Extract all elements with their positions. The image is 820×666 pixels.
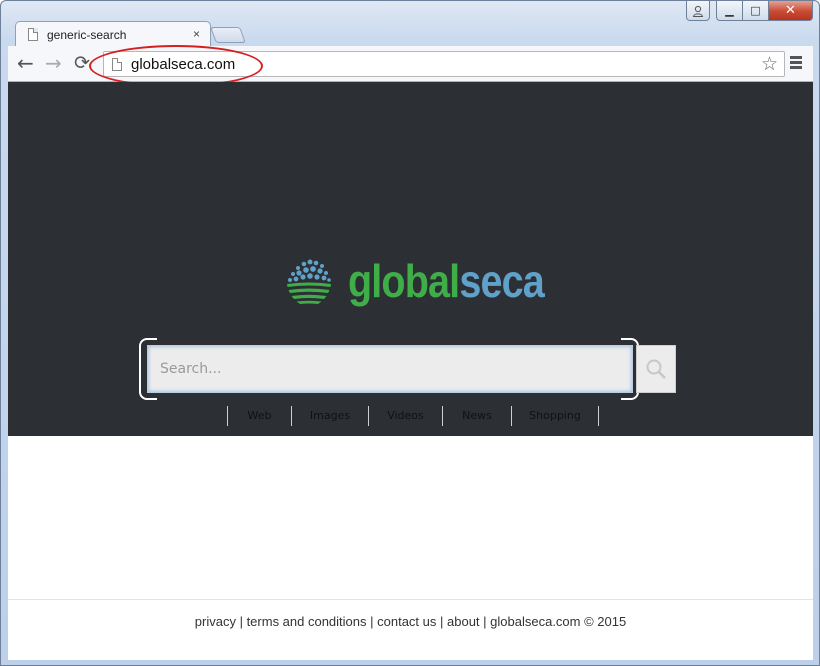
footer-copyright: globalseca.com © 2015 bbox=[490, 614, 627, 629]
forward-button[interactable]: → bbox=[45, 52, 62, 74]
tab-title: generic-search bbox=[47, 27, 127, 42]
close-tab-icon[interactable]: × bbox=[193, 27, 200, 41]
search-box-wrapper bbox=[139, 338, 639, 400]
page-footer: privacy | terms and conditions | contact… bbox=[8, 614, 813, 629]
footer-separator: | bbox=[235, 614, 247, 629]
page-icon bbox=[28, 28, 38, 41]
logo-text-global: global bbox=[348, 255, 460, 307]
logo-text-seca: seca bbox=[459, 255, 544, 307]
menu-icon[interactable] bbox=[790, 56, 802, 71]
footer-separator: | bbox=[366, 614, 378, 629]
search-tabs: Web Images Videos News Shopping bbox=[227, 406, 599, 426]
site-logo[interactable]: globalseca bbox=[284, 256, 576, 306]
browser-tab[interactable]: generic-search × bbox=[15, 21, 211, 47]
user-icon[interactable] bbox=[686, 1, 710, 21]
search-tab-shopping[interactable]: Shopping bbox=[511, 406, 599, 426]
footer-link-about[interactable]: about bbox=[447, 614, 480, 629]
search-tab-web[interactable]: Web bbox=[227, 406, 291, 426]
new-tab-button[interactable] bbox=[210, 27, 246, 43]
page-icon bbox=[112, 57, 122, 71]
window-controls: ▁ □ ✕ bbox=[686, 1, 813, 21]
footer-link-contact[interactable]: contact us bbox=[377, 614, 436, 629]
search-tab-images[interactable]: Images bbox=[291, 406, 368, 426]
reload-button[interactable]: ⟳ bbox=[74, 52, 90, 74]
footer-separator: | bbox=[436, 614, 447, 629]
search-icon bbox=[646, 359, 666, 379]
web-page: globalseca Web Images Videos News Shoppi… bbox=[8, 82, 813, 660]
footer-divider bbox=[8, 599, 813, 600]
globe-logo-icon bbox=[287, 259, 331, 304]
logo-wordmark: globalseca bbox=[348, 255, 545, 307]
maximize-button[interactable]: □ bbox=[743, 1, 769, 21]
close-window-button[interactable]: ✕ bbox=[769, 1, 813, 21]
browser-window: ▁ □ ✕ generic-search × ← → ⟳ globalseca.… bbox=[0, 0, 820, 666]
search-tab-videos[interactable]: Videos bbox=[368, 406, 442, 426]
address-url[interactable]: globalseca.com bbox=[131, 56, 235, 73]
star-icon[interactable]: ☆ bbox=[761, 53, 778, 76]
footer-link-terms[interactable]: terms and conditions bbox=[247, 614, 367, 629]
footer-link-privacy[interactable]: privacy bbox=[195, 614, 236, 629]
minimize-button[interactable]: ▁ bbox=[716, 1, 743, 21]
footer-separator: | bbox=[479, 614, 491, 629]
address-bar[interactable]: globalseca.com ☆ bbox=[103, 51, 785, 77]
search-input[interactable] bbox=[147, 345, 633, 393]
hero-section: globalseca Web Images Videos News Shoppi… bbox=[8, 82, 813, 436]
search-tab-news[interactable]: News bbox=[442, 406, 511, 426]
search-button[interactable] bbox=[636, 345, 676, 393]
back-button[interactable]: ← bbox=[17, 52, 34, 74]
browser-toolbar: ← → ⟳ globalseca.com ☆ bbox=[8, 46, 813, 82]
